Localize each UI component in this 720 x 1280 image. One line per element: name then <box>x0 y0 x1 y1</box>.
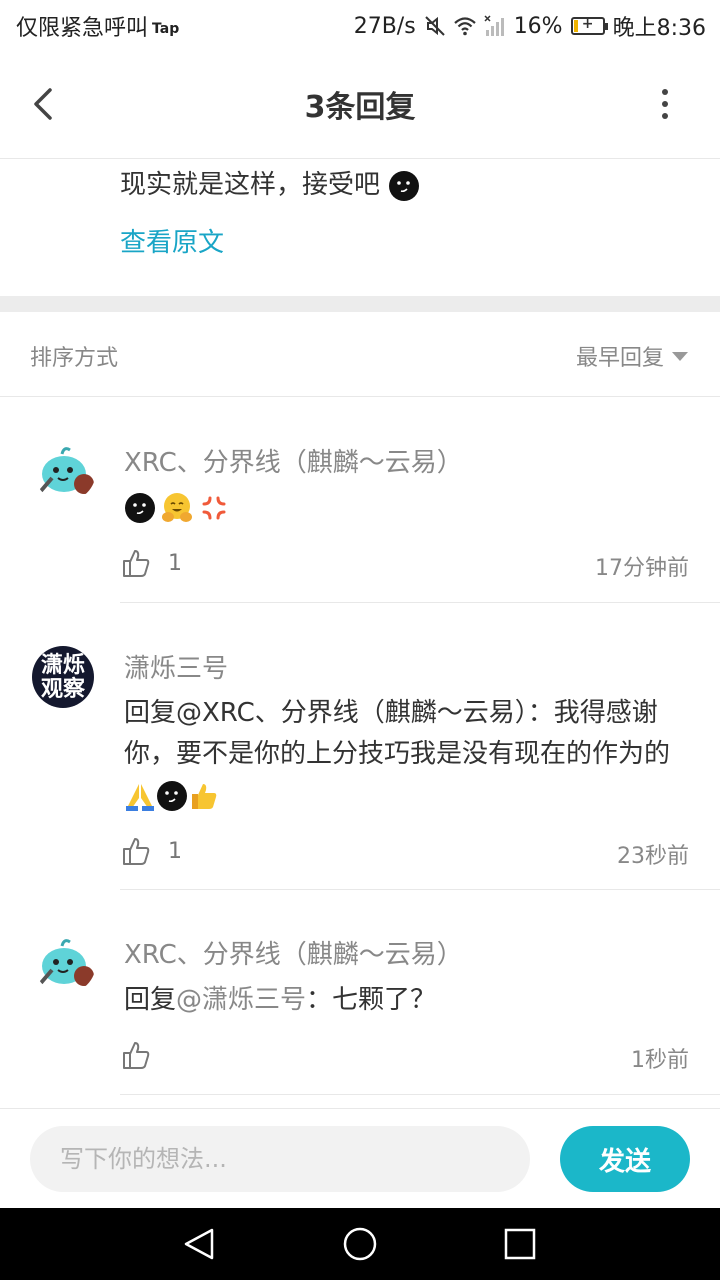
nav-recents-icon[interactable] <box>502 1226 538 1262</box>
smirk-face-emoji <box>389 170 420 201</box>
comment-input[interactable] <box>30 1126 530 1192</box>
system-nav-bar <box>0 1208 720 1280</box>
comment-author[interactable]: 潇烁三号 <box>124 648 228 685</box>
smirk-face-emoji <box>125 493 155 523</box>
section-divider <box>0 296 720 312</box>
mention-link[interactable]: @潇烁三号 <box>176 985 306 1015</box>
sort-label: 排序方式 <box>30 346 119 371</box>
thumbs-up-icon <box>123 838 150 865</box>
like-button[interactable] <box>122 1040 168 1070</box>
nav-home-icon[interactable] <box>340 1225 380 1265</box>
battery-icon: + <box>570 16 608 35</box>
avatar-text: 潇烁 观察 <box>32 646 94 702</box>
signal-icon <box>484 15 504 36</box>
comment-emojis <box>124 492 230 524</box>
divider <box>120 889 720 890</box>
divider <box>120 1094 720 1095</box>
like-button[interactable]: 1 <box>122 836 182 866</box>
comment-text-content: ：七颗了？ <box>306 985 437 1015</box>
chevron-down-icon <box>672 351 688 361</box>
net-speed: 27B/s <box>353 13 416 39</box>
like-count: 1 <box>168 838 182 864</box>
mute-icon <box>424 16 445 36</box>
like-count: 1 <box>168 550 182 576</box>
sort-dropdown[interactable]: 最早回复 <box>576 340 688 372</box>
thumbs-up-icon <box>123 1042 150 1069</box>
anger-symbol-emoji <box>202 496 226 520</box>
comment-text-content: 回复@XRC、分界线（麒麟～云易）：我得感谢你，要不是你的上分技巧我是没有现在的… <box>124 698 671 769</box>
original-text-content: 现实就是这样，接受吧 <box>120 170 381 200</box>
avatar[interactable] <box>34 440 96 502</box>
comment-timestamp: 23秒前 <box>617 844 689 869</box>
folded-hands-emoji <box>126 783 154 811</box>
battery-percent: 16% <box>513 13 563 39</box>
status-bar: 仅限紧急呼叫 Tap 27B/s 16% + 晚上8:36 <box>0 0 720 50</box>
original-post-text: 现实就是这样，接受吧 <box>120 164 420 202</box>
avatar-text-line: 潇烁 <box>40 653 85 678</box>
comment-author[interactable]: XRC、分界线（麒麟～云易） <box>124 442 463 479</box>
divider <box>0 396 720 397</box>
avatar[interactable]: 潇烁 观察 <box>32 646 94 708</box>
send-button[interactable]: 发送 <box>560 1126 690 1192</box>
top-nav-bar: 3条回复 <box>0 50 720 159</box>
comment-timestamp: 17分钟前 <box>595 556 689 581</box>
tap-badge: Tap <box>152 21 180 37</box>
clock: 晚上8:36 <box>612 16 706 41</box>
like-button[interactable]: 1 <box>122 548 182 578</box>
divider <box>120 602 720 603</box>
comment-text: 回复@潇烁三号：七颗了？ <box>124 980 694 1021</box>
status-icons: 27B/s 16% + 晚上8:36 <box>354 10 706 42</box>
sort-selected-value: 最早回复 <box>575 346 664 371</box>
smirk-face-emoji <box>157 780 187 811</box>
wifi-icon <box>453 17 476 36</box>
comment-author[interactable]: XRC、分界线（麒麟～云易） <box>124 934 463 971</box>
reply-prefix: 回复 <box>124 985 177 1015</box>
nav-back-icon[interactable] <box>180 1226 220 1262</box>
thumbs-up-emoji <box>192 783 217 809</box>
carrier-text: 仅限紧急呼叫 <box>16 16 149 41</box>
hugging-face-emoji <box>162 493 193 522</box>
comment-timestamp: 1秒前 <box>631 1048 689 1073</box>
thumbs-up-icon <box>123 550 150 577</box>
page-title: 3条回复 <box>304 90 416 125</box>
charging-icon: + <box>581 16 594 32</box>
carrier-status: 仅限紧急呼叫 Tap <box>16 10 179 42</box>
view-original-link[interactable]: 查看原文 <box>120 222 224 259</box>
avatar-text-line: 观察 <box>40 677 85 702</box>
more-options-icon[interactable] <box>650 84 680 124</box>
comment-text: 回复@XRC、分界线（麒麟～云易）：我得感谢你，要不是你的上分技巧我是没有现在的… <box>124 693 694 816</box>
avatar[interactable] <box>34 932 96 994</box>
